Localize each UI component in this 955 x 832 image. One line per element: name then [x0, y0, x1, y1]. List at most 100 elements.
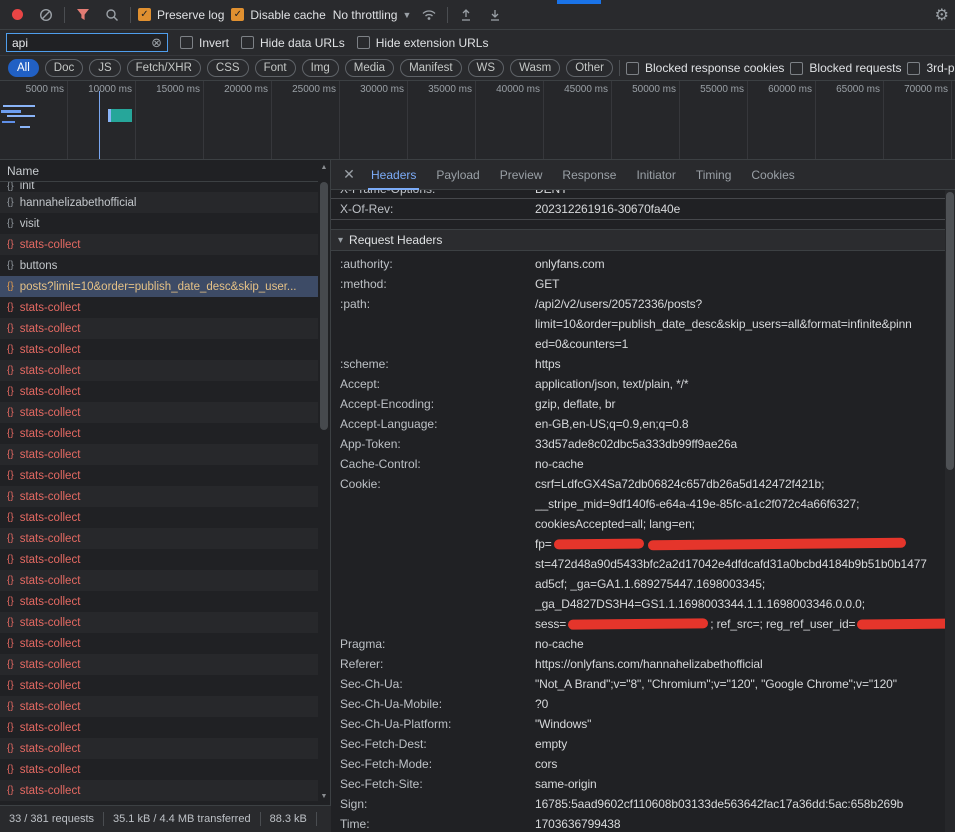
blocked-requests-label: Blocked requests: [809, 61, 901, 75]
scrollbar-thumb[interactable]: [946, 192, 954, 470]
filter-pill-img[interactable]: Img: [302, 59, 339, 77]
disable-cache-checkbox[interactable]: ✓ Disable cache: [231, 8, 325, 22]
scroll-up-icon[interactable]: ▲: [318, 162, 330, 174]
blocked-requests-checkbox[interactable]: Blocked requests: [790, 61, 901, 75]
invert-label: Invert: [199, 36, 229, 50]
hide-extension-urls-checkbox[interactable]: Hide extension URLs: [357, 36, 489, 50]
preserve-log-checkbox[interactable]: ✓ Preserve log: [138, 8, 224, 22]
blocked-response-cookies-checkbox[interactable]: Blocked response cookies: [626, 61, 784, 75]
request-row[interactable]: {}stats-collect: [0, 780, 318, 801]
tab-response[interactable]: Response: [552, 160, 626, 190]
request-row[interactable]: {}hannahelizabethofficial: [0, 192, 318, 213]
request-row[interactable]: {}stats-collect: [0, 570, 318, 591]
network-conditions-button[interactable]: [418, 5, 440, 25]
request-row[interactable]: {}stats-collect: [0, 444, 318, 465]
tab-initiator[interactable]: Initiator: [626, 160, 685, 190]
tab-preview[interactable]: Preview: [490, 160, 553, 190]
chevron-down-icon: ▼: [402, 10, 411, 20]
request-name: stats-collect: [20, 365, 81, 377]
header-value-text: application/json, text/plain, */*: [535, 377, 688, 391]
request-row[interactable]: {}stats-collect: [0, 318, 318, 339]
tab-headers[interactable]: Headers: [361, 160, 426, 190]
third-party-requests-checkbox[interactable]: 3rd-party requests: [907, 61, 955, 75]
filter-pill-doc[interactable]: Doc: [45, 59, 83, 77]
request-row[interactable]: {}stats-collect: [0, 465, 318, 486]
filter-pill-media[interactable]: Media: [345, 59, 394, 77]
scroll-down-icon[interactable]: ▼: [318, 791, 330, 803]
request-row[interactable]: {}stats-collect: [0, 612, 318, 633]
tab-cookies[interactable]: Cookies: [741, 160, 804, 190]
tab-timing[interactable]: Timing: [686, 160, 742, 190]
settings-gear-icon[interactable]: ⚙: [935, 5, 949, 25]
header-value-text: ; ref_src=; reg_ref_user_id=: [710, 617, 855, 631]
detail-tabs: HeadersPayloadPreviewResponseInitiatorTi…: [361, 160, 805, 190]
request-row[interactable]: {}buttons: [0, 255, 318, 276]
request-headers-section[interactable]: ▾ Request Headers: [331, 229, 945, 251]
request-row[interactable]: {}stats-collect: [0, 423, 318, 444]
hide-data-urls-label: Hide data URLs: [260, 36, 345, 50]
request-row[interactable]: {}stats-collect: [0, 507, 318, 528]
header-name: :authority:: [340, 254, 535, 274]
tab-payload[interactable]: Payload: [426, 160, 489, 190]
detail-scrollbar[interactable]: [945, 190, 955, 832]
request-row[interactable]: {}stats-collect: [0, 654, 318, 675]
request-row[interactable]: {}visit: [0, 213, 318, 234]
close-icon[interactable]: ✕: [337, 166, 361, 183]
search-button[interactable]: [101, 5, 123, 25]
filter-pill-fetch-xhr[interactable]: Fetch/XHR: [127, 59, 201, 77]
throttling-select[interactable]: No throttling ▼: [333, 8, 412, 22]
import-har-button[interactable]: [455, 5, 477, 25]
filter-pill-css[interactable]: CSS: [207, 59, 249, 77]
record-button[interactable]: [6, 5, 28, 25]
request-row[interactable]: {}stats-collect: [0, 381, 318, 402]
request-row[interactable]: {}stats-collect: [0, 360, 318, 381]
filter-pill-js[interactable]: JS: [89, 59, 120, 77]
request-row[interactable]: {}stats-collect: [0, 696, 318, 717]
request-row[interactable]: {}stats-collect: [0, 402, 318, 423]
request-row[interactable]: {}stats-collect: [0, 675, 318, 696]
request-row[interactable]: {}stats-collect: [0, 486, 318, 507]
request-row[interactable]: {}stats-collect: [0, 738, 318, 759]
request-row[interactable]: {}stats-collect: [0, 549, 318, 570]
filter-button[interactable]: [72, 5, 94, 25]
search-icon: [105, 8, 119, 22]
request-row-selected[interactable]: {}posts?limit=10&order=publish_date_desc…: [0, 276, 318, 297]
request-name: stats-collect: [20, 239, 81, 251]
request-row[interactable]: {}stats-collect: [0, 528, 318, 549]
filter-pill-wasm[interactable]: Wasm: [510, 59, 560, 77]
scrollbar-thumb[interactable]: [320, 182, 328, 430]
hide-data-urls-checkbox[interactable]: Hide data URLs: [241, 36, 345, 50]
clear-button[interactable]: [35, 5, 57, 25]
request-name: stats-collect: [20, 554, 81, 566]
header-name: X-Of-Rev:: [340, 199, 535, 219]
header-row: Time:1703636799438: [331, 814, 945, 832]
network-filter-input[interactable]: [12, 36, 147, 50]
filter-pill-ws[interactable]: WS: [468, 59, 505, 77]
filter-pill-all[interactable]: All: [8, 59, 39, 77]
name-column-header[interactable]: Name: [0, 160, 330, 182]
request-row[interactable]: {}stats-collect: [0, 339, 318, 360]
invert-checkbox[interactable]: Invert: [180, 36, 229, 50]
request-row[interactable]: {}stats-collect: [0, 297, 318, 318]
script-icon: {}: [7, 638, 14, 649]
filter-pill-font[interactable]: Font: [255, 59, 296, 77]
request-list-scrollbar[interactable]: ▲ ▼: [318, 160, 330, 805]
export-har-button[interactable]: [484, 5, 506, 25]
header-value-line: onlyfans.com: [535, 254, 945, 274]
header-value: onlyfans.com: [535, 254, 945, 274]
request-row[interactable]: {}init: [0, 182, 318, 192]
status-divider: [316, 812, 317, 826]
request-name: stats-collect: [20, 491, 81, 503]
clear-filter-icon[interactable]: ⊗: [151, 36, 162, 49]
request-row[interactable]: {}stats-collect: [0, 234, 318, 255]
filter-pill-manifest[interactable]: Manifest: [400, 59, 461, 77]
timeline-overview[interactable]: 5000 ms10000 ms15000 ms20000 ms25000 ms3…: [0, 81, 955, 160]
request-row[interactable]: {}stats-collect: [0, 591, 318, 612]
request-row[interactable]: {}stats-collect: [0, 633, 318, 654]
request-row[interactable]: {}stats-collect: [0, 759, 318, 780]
header-value-text: onlyfans.com: [535, 257, 605, 271]
filter-pill-other[interactable]: Other: [566, 59, 613, 77]
request-row[interactable]: {}stats-collect: [0, 717, 318, 738]
third-party-requests-label: 3rd-party requests: [926, 61, 955, 75]
header-row: :path:/api2/v2/users/20572336/posts?limi…: [331, 294, 945, 354]
